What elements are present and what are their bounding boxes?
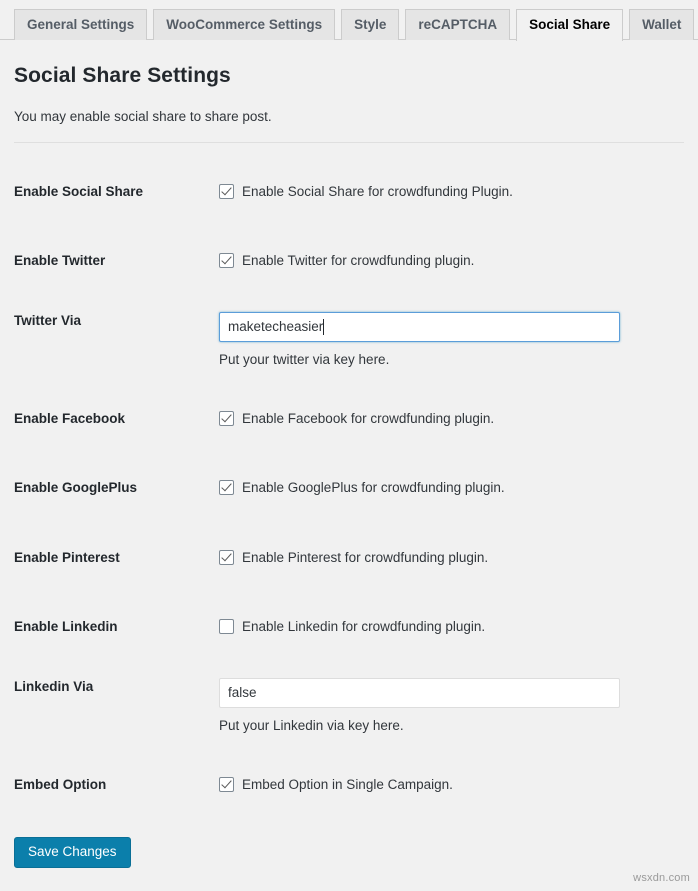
header-divider [14, 142, 684, 143]
row-label: Enable Facebook [0, 384, 219, 454]
page-header: Social Share Settings You may enable soc… [0, 40, 698, 128]
row-control: Enable Facebook for crowdfunding plugin. [219, 384, 698, 454]
field-help-text: Put your twitter via key here. [219, 351, 684, 370]
checkbox-control[interactable]: Enable Social Share for crowdfunding Plu… [219, 183, 684, 201]
row-control: Enable Linkedin for crowdfunding plugin. [219, 592, 698, 662]
settings-row: Enable Social Share Enable Social Share f… [0, 157, 698, 227]
settings-row: Embed Option Embed Option in Single Campa… [0, 750, 698, 820]
row-label: Enable Pinterest [0, 523, 219, 593]
settings-tab-bar: General Settings WooCommerce Settings Styl… [0, 0, 698, 40]
text-input[interactable] [219, 312, 620, 342]
checkbox-checked-icon[interactable] [219, 777, 234, 792]
tab-label: General Settings [27, 18, 134, 32]
checkbox-control[interactable]: Enable Pinterest for crowdfunding plugin… [219, 549, 684, 567]
tab-label: WooCommerce Settings [166, 18, 322, 32]
settings-row: Twitter ViaPut your twitter via key here… [0, 296, 698, 384]
row-control: Put your twitter via key here. [219, 296, 698, 384]
page-title: Social Share Settings [14, 62, 684, 89]
checkbox-checked-icon[interactable] [219, 411, 234, 426]
tab-label: Style [354, 18, 386, 32]
settings-row: Enable GooglePlus Enable GooglePlus for c… [0, 453, 698, 523]
tab-label: Wallet [642, 18, 681, 32]
settings-row: Enable Twitter Enable Twitter for crowdfu… [0, 226, 698, 296]
checkbox-label: Embed Option in Single Campaign. [242, 776, 453, 794]
checkbox-control[interactable]: Enable GooglePlus for crowdfunding plugi… [219, 479, 684, 497]
row-control: Enable Pinterest for crowdfunding plugin… [219, 523, 698, 593]
settings-row: Enable Facebook Enable Facebook for crowd… [0, 384, 698, 454]
page-description: You may enable social share to share pos… [14, 107, 684, 127]
checkbox-control[interactable]: Enable Linkedin for crowdfunding plugin. [219, 618, 684, 636]
checkbox-label: Enable Linkedin for crowdfunding plugin. [242, 618, 485, 636]
row-control: Enable Social Share for crowdfunding Plu… [219, 157, 698, 227]
row-label: Embed Option [0, 750, 219, 820]
row-label: Enable Social Share [0, 157, 219, 227]
row-label: Enable GooglePlus [0, 453, 219, 523]
submit-area: Save Changes [0, 819, 698, 868]
settings-row: Linkedin ViaPut your Linkedin via key he… [0, 662, 698, 750]
tab-woocommerce-settings[interactable]: WooCommerce Settings [153, 9, 335, 40]
checkbox-control[interactable]: Embed Option in Single Campaign. [219, 776, 684, 794]
text-field-wrapper [219, 312, 620, 342]
text-field-wrapper [219, 678, 620, 708]
checkbox-checked-icon[interactable] [219, 253, 234, 268]
row-label: Linkedin Via [0, 662, 219, 750]
row-control: Enable Twitter for crowdfunding plugin. [219, 226, 698, 296]
tab-style[interactable]: Style [341, 9, 399, 40]
field-help-text: Put your Linkedin via key here. [219, 717, 684, 736]
text-input[interactable] [219, 678, 620, 708]
checkbox-checked-icon[interactable] [219, 184, 234, 199]
tab-label: reCAPTCHA [418, 18, 497, 32]
checkbox-checked-icon[interactable] [219, 480, 234, 495]
save-changes-button[interactable]: Save Changes [14, 837, 131, 868]
checkbox-label: Enable Social Share for crowdfunding Plu… [242, 183, 513, 201]
row-label: Twitter Via [0, 296, 219, 384]
tab-recaptcha[interactable]: reCAPTCHA [405, 9, 510, 40]
row-label: Enable Linkedin [0, 592, 219, 662]
row-control: Enable GooglePlus for crowdfunding plugi… [219, 453, 698, 523]
checkbox-label: Enable Pinterest for crowdfunding plugin… [242, 549, 488, 567]
settings-row: Enable Linkedin Enable Linkedin for crowd… [0, 592, 698, 662]
checkbox-control[interactable]: Enable Twitter for crowdfunding plugin. [219, 252, 684, 270]
tab-label: Social Share [529, 18, 610, 32]
settings-row: Enable Pinterest Enable Pinterest for cro… [0, 523, 698, 593]
watermark: wsxdn.com [633, 872, 690, 884]
row-control: Put your Linkedin via key here. [219, 662, 698, 750]
social-share-settings-form: Enable Social Share Enable Social Share f… [0, 157, 698, 820]
checkbox-label: Enable GooglePlus for crowdfunding plugi… [242, 479, 505, 497]
tab-general-settings[interactable]: General Settings [14, 9, 147, 40]
row-control: Embed Option in Single Campaign. [219, 750, 698, 820]
checkbox-unchecked-icon[interactable] [219, 619, 234, 634]
checkbox-control[interactable]: Enable Facebook for crowdfunding plugin. [219, 410, 684, 428]
tab-social-share[interactable]: Social Share [516, 9, 623, 41]
row-label: Enable Twitter [0, 226, 219, 296]
tab-wallet[interactable]: Wallet [629, 9, 694, 40]
checkbox-checked-icon[interactable] [219, 550, 234, 565]
checkbox-label: Enable Facebook for crowdfunding plugin. [242, 410, 494, 428]
checkbox-label: Enable Twitter for crowdfunding plugin. [242, 252, 474, 270]
text-cursor [323, 319, 324, 335]
